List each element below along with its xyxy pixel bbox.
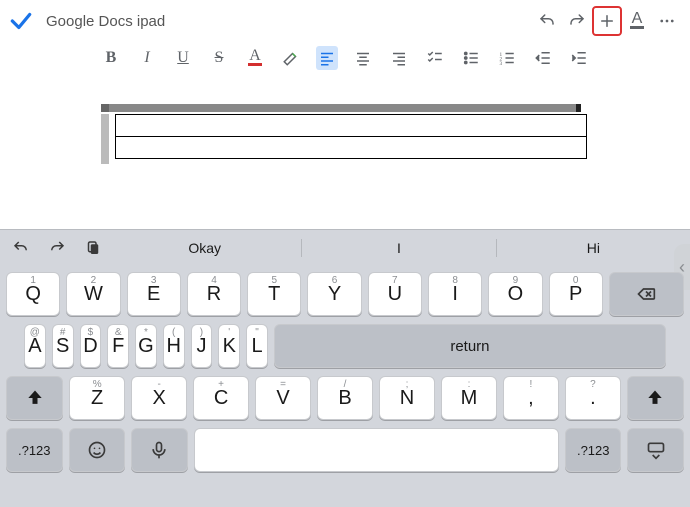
bold-button[interactable]: B bbox=[100, 46, 122, 70]
key-M[interactable]: :M bbox=[441, 376, 497, 420]
indent-decrease-button[interactable] bbox=[532, 46, 554, 70]
key-Z[interactable]: %Z bbox=[69, 376, 125, 420]
key-Q[interactable]: 1Q bbox=[6, 272, 60, 316]
document-canvas[interactable]: ‹ bbox=[0, 76, 690, 229]
key-G[interactable]: *G bbox=[135, 324, 157, 368]
dismiss-keyboard-key[interactable] bbox=[627, 428, 684, 472]
strikethrough-button[interactable]: S bbox=[208, 46, 230, 70]
key-J[interactable]: )J bbox=[191, 324, 213, 368]
align-right-button[interactable] bbox=[388, 46, 410, 70]
text-format-button[interactable]: A bbox=[622, 6, 652, 36]
svg-text:3: 3 bbox=[500, 61, 503, 67]
text-color-swatch bbox=[248, 63, 262, 66]
key-R[interactable]: 4R bbox=[187, 272, 241, 316]
horizontal-ruler[interactable] bbox=[101, 104, 589, 112]
key-E[interactable]: 3E bbox=[127, 272, 181, 316]
key-B[interactable]: /B bbox=[317, 376, 373, 420]
dictation-key[interactable] bbox=[131, 428, 188, 472]
document-title[interactable]: Google Docs ipad bbox=[46, 13, 165, 30]
key-.[interactable]: ?. bbox=[565, 376, 621, 420]
text-format-A: A bbox=[632, 13, 643, 25]
align-left-button[interactable] bbox=[316, 46, 338, 70]
key-A[interactable]: @A bbox=[24, 324, 46, 368]
key-Y[interactable]: 6Y bbox=[307, 272, 361, 316]
mode-key-left[interactable]: .?123 bbox=[6, 428, 63, 472]
key-I[interactable]: 8I bbox=[428, 272, 482, 316]
key-X[interactable]: -X bbox=[131, 376, 187, 420]
key-L[interactable]: "L bbox=[246, 324, 268, 368]
kb-undo-button[interactable] bbox=[6, 233, 36, 263]
document-table[interactable] bbox=[115, 114, 587, 159]
key-P[interactable]: 0P bbox=[549, 272, 603, 316]
key-V[interactable]: =V bbox=[255, 376, 311, 420]
key-U[interactable]: 7U bbox=[368, 272, 422, 316]
more-menu-button[interactable] bbox=[652, 6, 682, 36]
mode-key-right[interactable]: .?123 bbox=[565, 428, 622, 472]
suggestion-1[interactable]: Okay bbox=[108, 239, 301, 257]
shift-key-right[interactable] bbox=[627, 376, 684, 420]
suggestion-3[interactable]: Hi bbox=[496, 239, 690, 257]
return-key[interactable]: return bbox=[274, 324, 666, 368]
key-C[interactable]: +C bbox=[193, 376, 249, 420]
key-W[interactable]: 2W bbox=[66, 272, 120, 316]
backspace-key[interactable] bbox=[609, 272, 684, 316]
text-color-button[interactable]: A bbox=[244, 46, 266, 70]
onscreen-keyboard: Okay I Hi 1Q2W3E4R5T6Y7U8I9O0P @A#S$D&F*… bbox=[0, 229, 690, 507]
kb-clipboard-button[interactable] bbox=[78, 233, 108, 263]
underline-button[interactable]: U bbox=[172, 46, 194, 70]
key-S[interactable]: #S bbox=[52, 324, 74, 368]
key-K[interactable]: 'K bbox=[218, 324, 240, 368]
align-center-button[interactable] bbox=[352, 46, 374, 70]
space-key[interactable] bbox=[194, 428, 559, 472]
key-H[interactable]: (H bbox=[163, 324, 185, 368]
redo-button[interactable] bbox=[562, 6, 592, 36]
indent-increase-button[interactable] bbox=[568, 46, 590, 70]
checklist-button[interactable] bbox=[424, 46, 446, 70]
italic-button[interactable]: I bbox=[136, 46, 158, 70]
insert-button[interactable] bbox=[592, 6, 622, 36]
key-F[interactable]: &F bbox=[107, 324, 129, 368]
key-N[interactable]: ;N bbox=[379, 376, 435, 420]
shift-key-left[interactable] bbox=[6, 376, 63, 420]
key-,[interactable]: !, bbox=[503, 376, 559, 420]
format-toolbar: B I U S A 123 bbox=[0, 42, 690, 76]
vertical-ruler[interactable] bbox=[101, 114, 109, 164]
undo-button[interactable] bbox=[532, 6, 562, 36]
highlight-button[interactable] bbox=[280, 46, 302, 70]
bulleted-list-button[interactable] bbox=[460, 46, 482, 70]
key-O[interactable]: 9O bbox=[488, 272, 542, 316]
emoji-key[interactable] bbox=[69, 428, 126, 472]
kb-redo-button[interactable] bbox=[42, 233, 72, 263]
numbered-list-button[interactable]: 123 bbox=[496, 46, 518, 70]
table-row[interactable] bbox=[116, 137, 587, 159]
suggestion-2[interactable]: I bbox=[301, 239, 495, 257]
table-row[interactable] bbox=[116, 115, 587, 137]
done-check-icon[interactable] bbox=[8, 8, 34, 34]
key-D[interactable]: $D bbox=[80, 324, 102, 368]
key-T[interactable]: 5T bbox=[247, 272, 301, 316]
